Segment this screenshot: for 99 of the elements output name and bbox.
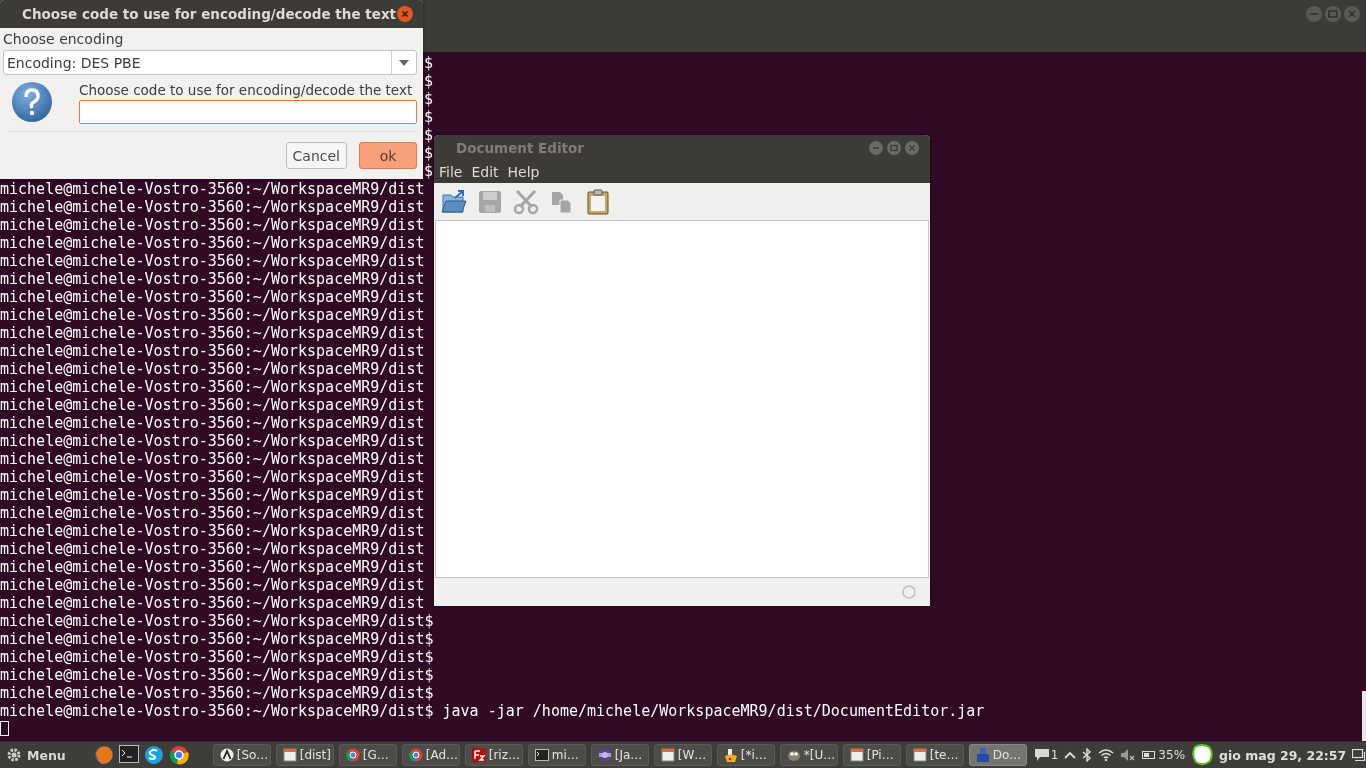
paint-icon bbox=[723, 748, 738, 762]
terminal-line: $ bbox=[423, 144, 433, 162]
minimize-icon[interactable] bbox=[869, 140, 883, 155]
bluetooth-icon[interactable] bbox=[1082, 748, 1093, 762]
terminal-line: $ bbox=[423, 90, 433, 108]
terminal-line: $ bbox=[423, 126, 433, 144]
taskbar-button[interactable]: [riz… bbox=[464, 744, 523, 766]
terminal-line: $ bbox=[423, 72, 433, 90]
menu-item[interactable]: File bbox=[439, 163, 463, 180]
terminal-line: michele@michele-Vostro-3560:~/WorkspaceMR9/dist bbox=[0, 288, 425, 306]
close-icon[interactable] bbox=[1344, 6, 1360, 22]
taskbar-button[interactable]: Do… bbox=[968, 744, 1027, 766]
maximize-icon[interactable] bbox=[887, 140, 901, 155]
folder-icon bbox=[282, 748, 297, 762]
terminal-line: michele@michele-Vostro-3560:~/WorkspaceMR9/dist bbox=[0, 270, 425, 288]
clipboard-icon[interactable] bbox=[585, 188, 611, 215]
terminal-line: michele@michele-Vostro-3560:~/WorkspaceMR9/dist bbox=[0, 522, 425, 540]
terminal-line: michele@michele-Vostro-3560:~/WorkspaceMR9/dist bbox=[0, 504, 425, 522]
terminal-line: michele@michele-Vostro-3560:~/WorkspaceMR9/dist bbox=[0, 432, 425, 450]
taskbar-button[interactable]: [G… bbox=[338, 744, 397, 766]
terminal-line: michele@michele-Vostro-3560:~/WorkspaceMR9/dist bbox=[0, 450, 425, 468]
gimp-icon bbox=[786, 748, 801, 762]
terminal-icon bbox=[534, 749, 549, 761]
text-cursor bbox=[0, 721, 9, 736]
close-icon[interactable] bbox=[905, 140, 919, 155]
caret-icon bbox=[399, 59, 409, 66]
wifi-icon[interactable] bbox=[1098, 749, 1115, 761]
terminal-line: michele@michele-Vostro-3560:~/WorkspaceMR9/dist bbox=[0, 324, 425, 342]
browser-icon[interactable] bbox=[168, 745, 189, 765]
terminal-line: michele@michele-Vostro-3560:~/WorkspaceMR9/dist bbox=[0, 414, 425, 432]
terminal-line: michele@michele-Vostro-3560:~/WorkspaceMR9/dist bbox=[0, 306, 425, 324]
terminal-line: michele@michele-Vostro-3560:~/WorkspaceMR9/dist$ bbox=[0, 666, 434, 684]
folder-icon bbox=[849, 748, 864, 762]
scrollbar[interactable] bbox=[1362, 691, 1366, 741]
terminal-line: michele@michele-Vostro-3560:~/WorkspaceMR9/dist bbox=[0, 558, 425, 576]
terminal-icon[interactable] bbox=[118, 745, 139, 763]
terminal-line: michele@michele-Vostro-3560:~/WorkspaceMR9/dist bbox=[0, 486, 425, 504]
encoding-dropdown[interactable]: Encoding: DES PBE bbox=[3, 50, 417, 75]
clock[interactable]: gio mag 29, 22:57 bbox=[1219, 747, 1347, 763]
ide-icon bbox=[597, 748, 612, 762]
dialog-title: Choose code to use for encoding/decode the text bbox=[22, 6, 397, 22]
terminal-line: michele@michele-Vostro-3560:~/WorkspaceMR9/dist bbox=[0, 198, 425, 216]
caret-icon[interactable] bbox=[1064, 751, 1077, 759]
terminal-line: $ bbox=[423, 54, 433, 72]
dialog-button[interactable]: ok bbox=[359, 142, 417, 169]
menu-button[interactable]: Menu bbox=[0, 746, 66, 764]
terminal-line: michele@michele-Vostro-3560:~/WorkspaceMR9/dist bbox=[0, 576, 425, 594]
terminal-line: michele@michele-Vostro-3560:~/WorkspaceMR9/dist$ bbox=[0, 612, 434, 630]
terminal-line: michele@michele-Vostro-3560:~/WorkspaceMR9/dist bbox=[0, 252, 425, 270]
terminal-line: michele@michele-Vostro-3560:~/WorkspaceMR9/dist$ bbox=[0, 684, 434, 702]
gear-icon bbox=[5, 746, 23, 764]
terminal-line: $ bbox=[423, 108, 433, 126]
taskbar-button[interactable]: mi… bbox=[527, 744, 586, 766]
taskbar-button[interactable]: [Ja… bbox=[590, 744, 649, 766]
terminal-line: michele@michele-Vostro-3560:~/WorkspaceMR9/dist bbox=[0, 360, 425, 378]
terminal-line: michele@michele-Vostro-3560:~/WorkspaceMR9/dist bbox=[0, 540, 425, 558]
chat-icon[interactable] bbox=[143, 745, 164, 765]
terminal-line: michele@michele-Vostro-3560:~/WorkspaceMR9/dist bbox=[0, 180, 425, 198]
taskbar-button[interactable]: [Ad… bbox=[401, 744, 460, 766]
close-icon[interactable] bbox=[397, 6, 413, 22]
menu-item[interactable]: Help bbox=[507, 163, 540, 180]
folder-icon[interactable] bbox=[441, 188, 467, 215]
browser-icon bbox=[345, 748, 360, 762]
prompt-label: Choose code to use for encoding/decode the text bbox=[79, 82, 414, 98]
terminal-line: michele@michele-Vostro-3560:~/WorkspaceMR9/dist bbox=[0, 468, 425, 486]
battery-indicator[interactable]: 35% bbox=[1142, 748, 1186, 762]
volume-muted-icon[interactable] bbox=[1120, 748, 1137, 762]
window-title: Document Editor bbox=[456, 139, 584, 156]
folder-icon bbox=[912, 748, 927, 762]
terminal-line: michele@michele-Vostro-3560:~/WorkspaceMR9/dist bbox=[0, 594, 425, 612]
terminal-line: michele@michele-Vostro-3560:~/WorkspaceMR9/dist bbox=[0, 216, 425, 234]
ftp-icon bbox=[471, 748, 486, 762]
taskbar-button[interactable]: [*i… bbox=[716, 744, 775, 766]
terminal-line: michele@michele-Vostro-3560:~/WorkspaceMR9/dist bbox=[0, 396, 425, 414]
taskbar-button[interactable]: [W… bbox=[653, 744, 712, 766]
blob-icon[interactable] bbox=[1191, 744, 1214, 766]
taskbar-button[interactable]: [So… bbox=[212, 744, 271, 766]
terminal-line: $ bbox=[423, 162, 433, 180]
terminal-line: michele@michele-Vostro-3560:~/WorkspaceMR9/dist bbox=[0, 234, 425, 252]
terminal-line: michele@michele-Vostro-3560:~/WorkspaceMR9/dist bbox=[0, 378, 425, 396]
folder-icon bbox=[660, 748, 675, 762]
taskbar-button[interactable]: *[U… bbox=[779, 744, 838, 766]
app-icon bbox=[219, 748, 234, 762]
dialog-button[interactable]: Cancel bbox=[285, 142, 347, 169]
circle-icon bbox=[902, 585, 916, 599]
question-icon bbox=[10, 81, 54, 125]
terminal-line: michele@michele-Vostro-3560:~/WorkspaceMR9/dist$ bbox=[0, 648, 434, 666]
terminal-line: michele@michele-Vostro-3560:~/WorkspaceMR9/dist$ bbox=[0, 630, 434, 648]
java-icon bbox=[975, 748, 990, 762]
combo-label: Choose encoding bbox=[3, 31, 125, 47]
taskbar-button[interactable]: [te… bbox=[905, 744, 964, 766]
windows-icon[interactable] bbox=[1352, 749, 1366, 761]
browser-icon bbox=[408, 748, 423, 762]
terminal-line: michele@michele-Vostro-3560:~/WorkspaceMR9/dist bbox=[0, 342, 425, 360]
menu-item[interactable]: Edit bbox=[471, 163, 499, 180]
taskbar-button[interactable]: [dist] bbox=[275, 744, 334, 766]
terminal-line: michele@michele-Vostro-3560:~/WorkspaceMR9/dist$ java -jar /home/michele/WorkspaceMR9/dist/DocumentEditor.jar bbox=[0, 702, 985, 720]
code-input[interactable] bbox=[79, 100, 417, 124]
taskbar-button[interactable]: [Pi… bbox=[842, 744, 901, 766]
